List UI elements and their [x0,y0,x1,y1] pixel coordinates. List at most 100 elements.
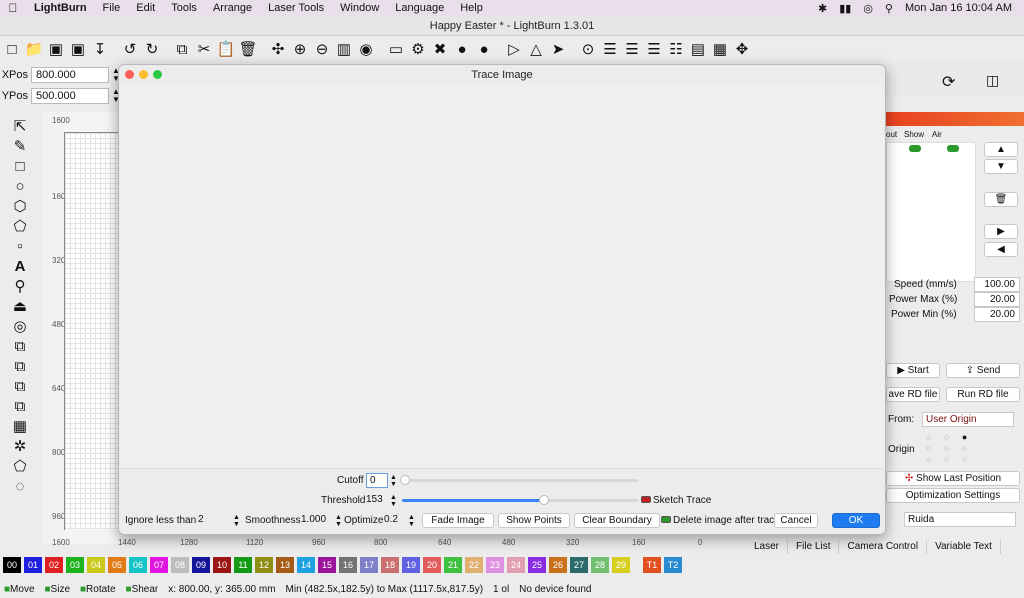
menu-language[interactable]: Language [387,2,452,14]
color-swatch[interactable]: 20 [423,557,441,573]
target-icon[interactable]: ⊙ [578,39,598,59]
color-swatch[interactable]: 26 [549,557,567,573]
bluetooth-icon[interactable]: ✱ [818,2,827,15]
ellipse-icon[interactable]: ○ [9,178,31,196]
color-swatch[interactable]: 14 [297,557,315,573]
delete-icon[interactable]: 🗑 [238,39,258,59]
speed-input[interactable]: 100.00 [974,277,1020,292]
ypos-input[interactable]: 500.000 [31,88,109,104]
color-swatch[interactable]: 03 [66,557,84,573]
next-button[interactable]: ▶ [984,224,1018,239]
distribute-icon[interactable]: ☷ [666,39,686,59]
move-icon[interactable]: ✣ [268,39,288,59]
menu-arrange[interactable]: Arrange [205,2,260,14]
align-left-icon[interactable]: ☰ [600,39,620,59]
tab-file-list[interactable]: File List [788,540,840,554]
color-swatch[interactable]: 02 [45,557,63,573]
undo-icon[interactable]: ↺ [120,39,140,59]
group-icon[interactable]: ● [452,39,472,59]
flip-h-icon[interactable]: ▷ [504,39,524,59]
wifi-icon[interactable]: ◎ [863,2,873,15]
color-swatch[interactable]: 00 [3,557,21,573]
redo-icon[interactable]: ↻ [142,39,162,59]
color-swatch[interactable]: 16 [339,557,357,573]
zoom-out-icon[interactable]: ⊖ [312,39,332,59]
move-down-button[interactable]: ▼ [984,159,1018,174]
distribute-h-icon[interactable]: ▦ [710,39,730,59]
refresh-icon[interactable]: ⟳ [942,72,955,92]
color-swatch[interactable]: 22 [465,557,483,573]
color-swatch[interactable]: T2 [664,557,682,573]
copy-icon[interactable]: ⧉ [172,39,192,59]
trace-preview[interactable] [120,86,884,469]
rotate-toggle[interactable]: ■Rotate [80,584,116,595]
subtract-icon[interactable]: ⧉ [9,378,31,396]
rectangle-icon[interactable]: □ [9,158,31,176]
tab-variable-text[interactable]: Variable Text [927,540,1001,554]
color-swatch[interactable]: 25 [528,557,546,573]
tab-camera-control[interactable]: Camera Control [839,540,928,554]
offset-icon[interactable]: ◎ [9,318,31,336]
intersect-icon[interactable]: ⧉ [9,398,31,416]
air-toggle[interactable] [947,145,959,152]
ungroup-icon[interactable]: ● [474,39,494,59]
color-swatch[interactable]: 23 [486,557,504,573]
flip-v-icon[interactable]: △ [526,39,546,59]
import-icon[interactable]: ↧ [90,39,110,59]
start-button[interactable]: ▶ Start [886,363,940,378]
move-up-button[interactable]: ▲ [984,142,1018,157]
run-rd-button[interactable]: Run RD file [946,387,1020,402]
origin-radios[interactable]: ○ ○ ● ○ ○ ○ ○ ○ ○ [926,432,967,465]
apple-icon[interactable]:  [0,1,26,15]
position-icon[interactable]: ⚲ [9,278,31,296]
prev-button[interactable]: ◀ [984,242,1018,257]
size-toggle[interactable]: ■Size [45,584,71,595]
layer-list[interactable] [886,142,976,282]
color-swatch[interactable]: 09 [192,557,210,573]
polygon-icon[interactable]: ⬡ [9,198,31,216]
dock-icon[interactable]: ▤ [688,39,708,59]
settings-icon[interactable]: ⚙ [408,39,428,59]
zoom-in-icon[interactable]: ⊕ [290,39,310,59]
battery-icon[interactable]: ▮▮ [839,2,851,15]
threshold-slider-handle[interactable] [538,495,549,505]
align-center-icon[interactable]: ☰ [644,39,664,59]
color-swatch[interactable]: T1 [643,557,661,573]
sketch-trace-toggle[interactable] [641,496,651,503]
circular-array-icon[interactable]: ✲ [9,438,31,456]
text-pentagon-icon[interactable]: ⬠ [9,218,31,236]
align-right-icon[interactable]: ☰ [622,39,642,59]
menu-app[interactable]: LightBurn [26,2,95,14]
power-min-input[interactable]: 20.00 [974,307,1020,322]
ignore-input[interactable]: 2 [195,513,233,528]
cutoff-slider-handle[interactable] [400,475,410,485]
color-swatch[interactable]: 04 [87,557,105,573]
color-swatch[interactable]: 06 [129,557,147,573]
cancel-button[interactable]: Cancel [774,513,818,528]
color-swatch[interactable]: 18 [381,557,399,573]
smoothness-stepper[interactable]: ▲ ▼ [335,514,342,528]
start-from-select[interactable]: User Origin [922,412,1014,427]
open-file-icon[interactable]: 📁 [24,39,44,59]
optimize-input[interactable]: 0.2 [384,513,406,528]
color-swatch[interactable]: 19 [402,557,420,573]
show-toggle[interactable] [909,145,921,152]
move-toggle[interactable]: ■Move [4,584,35,595]
tab-laser[interactable]: Laser [746,540,789,554]
port-icon[interactable]: ◫ [986,72,999,89]
spotlight-icon[interactable]: ⚲ [885,2,893,15]
measure-icon[interactable]: ⏏ [9,298,31,316]
cutoff-slider[interactable] [400,475,638,485]
color-swatch[interactable]: 28 [591,557,609,573]
device-select[interactable]: Ruida [904,512,1016,527]
frame-icon[interactable]: ▫ [9,238,31,256]
clock[interactable]: Mon Jan 16 10:04 AM [905,2,1012,14]
cutoff-stepper[interactable]: ▲ ▼ [390,474,397,488]
grid-array-icon[interactable]: ▦ [9,418,31,436]
save-rd-button[interactable]: ave RD file [886,387,940,402]
curve-icon[interactable]: ◌ [9,478,31,496]
send-icon[interactable]: ➤ [548,39,568,59]
color-swatch[interactable]: 29 [612,557,630,573]
camera-icon[interactable]: ◉ [356,39,376,59]
color-swatch[interactable]: 05 [108,557,126,573]
